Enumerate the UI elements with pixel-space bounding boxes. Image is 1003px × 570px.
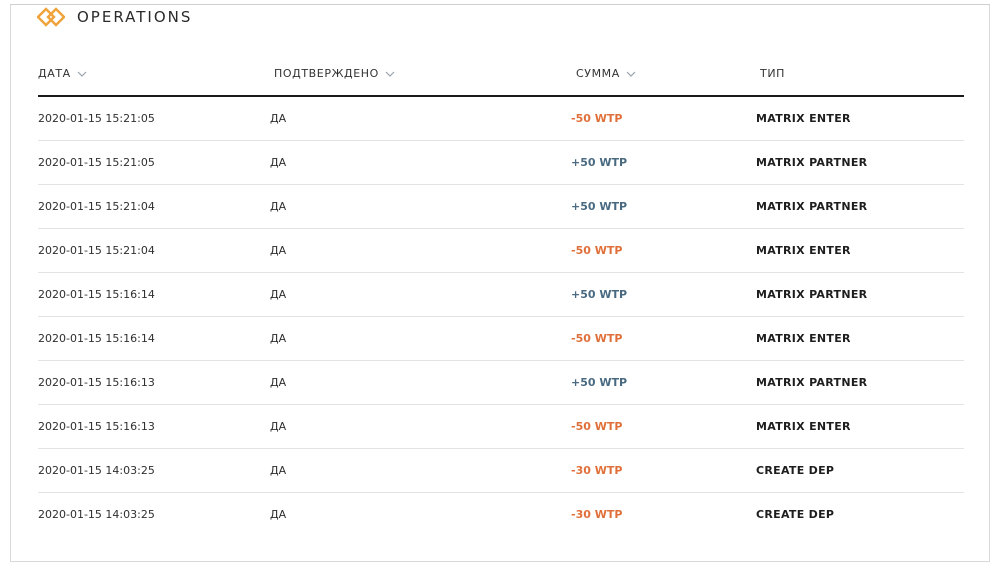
column-header-date[interactable]: ДАТА [38, 67, 87, 80]
table-row: 2020-01-15 14:03:25 ДА -30 WTP CREATE DE… [38, 493, 964, 536]
table-row: 2020-01-15 15:16:13 ДА -50 WTP MATRIX EN… [38, 405, 964, 449]
row-date: 2020-01-15 15:16:14 [38, 288, 155, 301]
row-amount: -30 WTP [571, 508, 623, 521]
row-date: 2020-01-15 15:16:13 [38, 420, 155, 433]
column-header-label: СУММА [576, 67, 620, 80]
table-row: 2020-01-15 15:21:04 ДА +50 WTP MATRIX PA… [38, 185, 964, 229]
table-row: 2020-01-15 15:16:14 ДА +50 WTP MATRIX PA… [38, 273, 964, 317]
table-row: 2020-01-15 15:21:05 ДА -50 WTP MATRIX EN… [38, 97, 964, 141]
row-amount: -50 WTP [571, 112, 623, 125]
table-header: ДАТА ПОДТВЕРЖДЕНО СУММА ТИП [38, 55, 964, 97]
row-type: MATRIX ENTER [756, 420, 851, 433]
row-amount: -50 WTP [571, 332, 623, 345]
row-type: CREATE DEP [756, 508, 835, 521]
row-confirmed: ДА [270, 200, 287, 213]
column-header-type: ТИП [760, 67, 785, 80]
table-row: 2020-01-15 15:21:05 ДА +50 WTP MATRIX PA… [38, 141, 964, 185]
row-amount: +50 WTP [571, 200, 628, 213]
row-type: MATRIX PARTNER [756, 376, 868, 389]
row-type: MATRIX PARTNER [756, 288, 868, 301]
row-confirmed: ДА [270, 420, 287, 433]
row-confirmed: ДА [270, 112, 287, 125]
column-header-label: ТИП [760, 67, 786, 80]
row-amount: -50 WTP [571, 244, 623, 257]
row-confirmed: ДА [270, 376, 287, 389]
row-date: 2020-01-15 14:03:25 [38, 464, 155, 477]
row-date: 2020-01-15 14:03:25 [38, 508, 155, 521]
column-header-label: ПОДТВЕРЖДЕНО [274, 67, 379, 80]
row-date: 2020-01-15 15:21:04 [38, 244, 155, 257]
chevron-down-icon[interactable] [77, 69, 87, 79]
row-type: MATRIX PARTNER [756, 156, 868, 169]
column-header-amount[interactable]: СУММА [576, 67, 636, 80]
row-type: CREATE DEP [756, 464, 835, 477]
page-title: OPERATIONS [77, 8, 193, 26]
row-date: 2020-01-15 15:21:05 [38, 156, 155, 169]
row-date: 2020-01-15 15:21:05 [38, 112, 155, 125]
table-row: 2020-01-15 15:16:13 ДА +50 WTP MATRIX PA… [38, 361, 964, 405]
row-date: 2020-01-15 15:16:14 [38, 332, 155, 345]
row-amount: -30 WTP [571, 464, 623, 477]
row-amount: +50 WTP [571, 376, 628, 389]
row-confirmed: ДА [270, 332, 287, 345]
chevron-down-icon[interactable] [385, 69, 395, 79]
row-confirmed: ДА [270, 464, 287, 477]
table-row: 2020-01-15 15:16:14 ДА -50 WTP MATRIX EN… [38, 317, 964, 361]
row-confirmed: ДА [270, 156, 287, 169]
diamond-logo-icon [37, 5, 65, 29]
row-type: MATRIX ENTER [756, 112, 851, 125]
row-amount: -50 WTP [571, 420, 623, 433]
chevron-down-icon[interactable] [626, 69, 636, 79]
row-confirmed: ДА [270, 244, 287, 257]
row-amount: +50 WTP [571, 288, 628, 301]
table-body: 2020-01-15 15:21:05 ДА -50 WTP MATRIX EN… [38, 97, 964, 536]
column-header-confirmed[interactable]: ПОДТВЕРЖДЕНО [274, 67, 395, 80]
column-header-label: ДАТА [38, 67, 71, 80]
table-row: 2020-01-15 15:21:04 ДА -50 WTP MATRIX EN… [38, 229, 964, 273]
row-confirmed: ДА [270, 288, 287, 301]
row-date: 2020-01-15 15:16:13 [38, 376, 155, 389]
row-confirmed: ДА [270, 508, 287, 521]
operations-header: OPERATIONS [37, 5, 192, 29]
operations-table: ДАТА ПОДТВЕРЖДЕНО СУММА ТИП 2020-01-15 1… [38, 55, 964, 536]
table-row: 2020-01-15 14:03:25 ДА -30 WTP CREATE DE… [38, 449, 964, 493]
row-type: MATRIX PARTNER [756, 200, 868, 213]
row-type: MATRIX ENTER [756, 332, 851, 345]
row-amount: +50 WTP [571, 156, 628, 169]
row-type: MATRIX ENTER [756, 244, 851, 257]
row-date: 2020-01-15 15:21:04 [38, 200, 155, 213]
operations-panel: OPERATIONS ДАТА ПОДТВЕРЖДЕНО СУММА ТИП 2… [10, 4, 990, 562]
